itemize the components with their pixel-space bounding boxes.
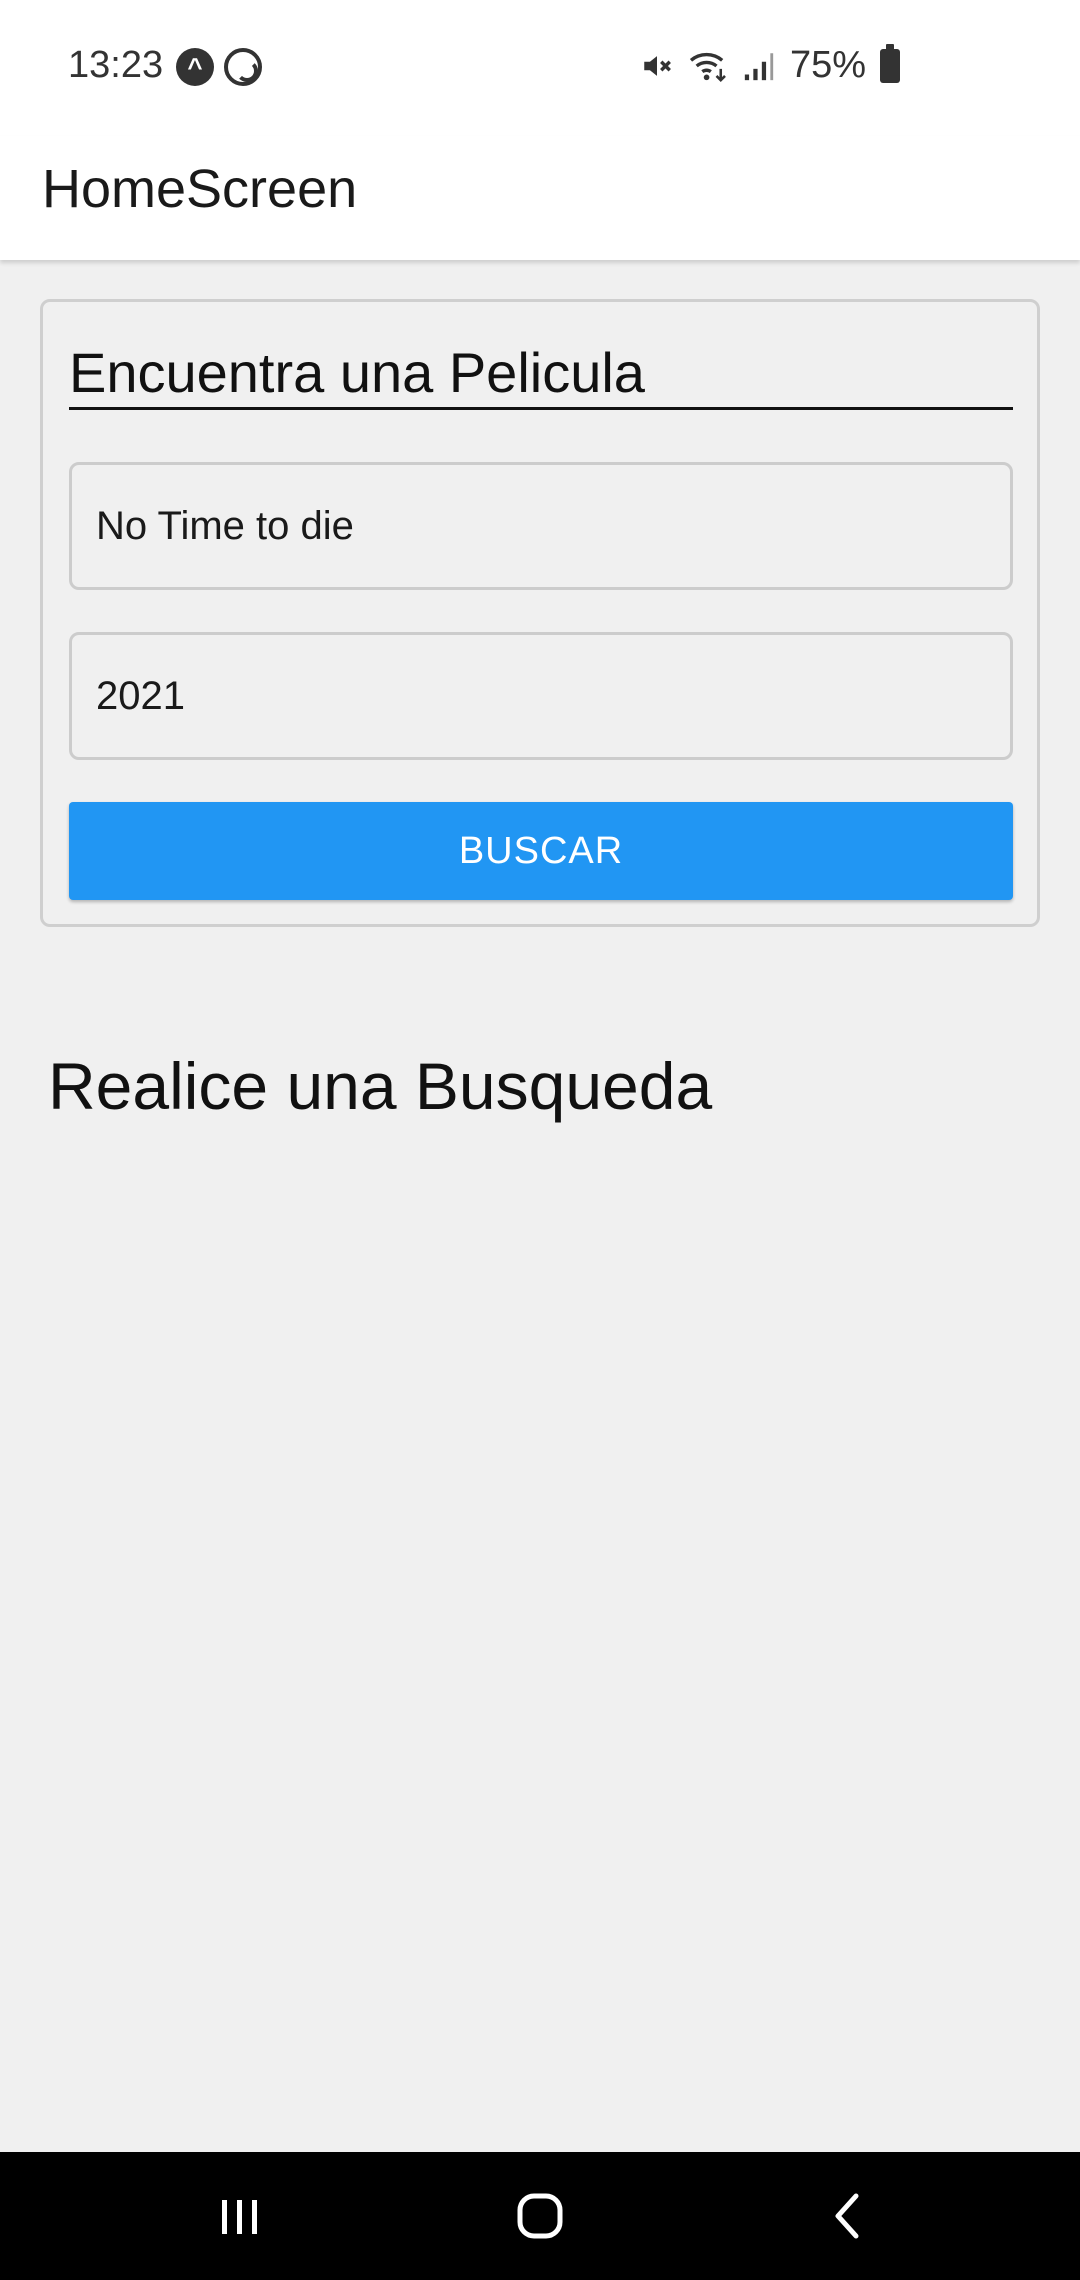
- search-button[interactable]: BUSCAR: [69, 802, 1013, 900]
- app-bar: HomeScreen: [0, 136, 1080, 260]
- page-title: HomeScreen: [42, 159, 358, 219]
- search-card: Encuentra una Pelicula BUSCAR: [40, 299, 1040, 927]
- empty-results-message: Realice una Busqueda: [48, 1049, 713, 1123]
- signal-icon: [744, 52, 774, 80]
- battery-percent: 75%: [789, 44, 866, 86]
- movie-title-input[interactable]: [69, 462, 1013, 590]
- search-heading: Encuentra una Pelicula: [69, 340, 1013, 410]
- mute-icon: [644, 55, 671, 76]
- status-bar: 13:23 ^ 75%: [0, 0, 1080, 136]
- battery-icon: [880, 43, 900, 83]
- whatsapp-icon: [224, 48, 262, 86]
- back-icon[interactable]: [820, 2186, 880, 2246]
- recents-icon[interactable]: [210, 2186, 270, 2246]
- system-nav-bar: [0, 2152, 1080, 2280]
- status-indicators: 75%: [640, 43, 900, 87]
- status-time: 13:23: [68, 44, 164, 86]
- wifi-icon: [689, 52, 726, 82]
- movie-year-input[interactable]: [69, 632, 1013, 760]
- app-notification-icon: ^: [176, 48, 214, 86]
- home-icon[interactable]: [512, 2186, 572, 2246]
